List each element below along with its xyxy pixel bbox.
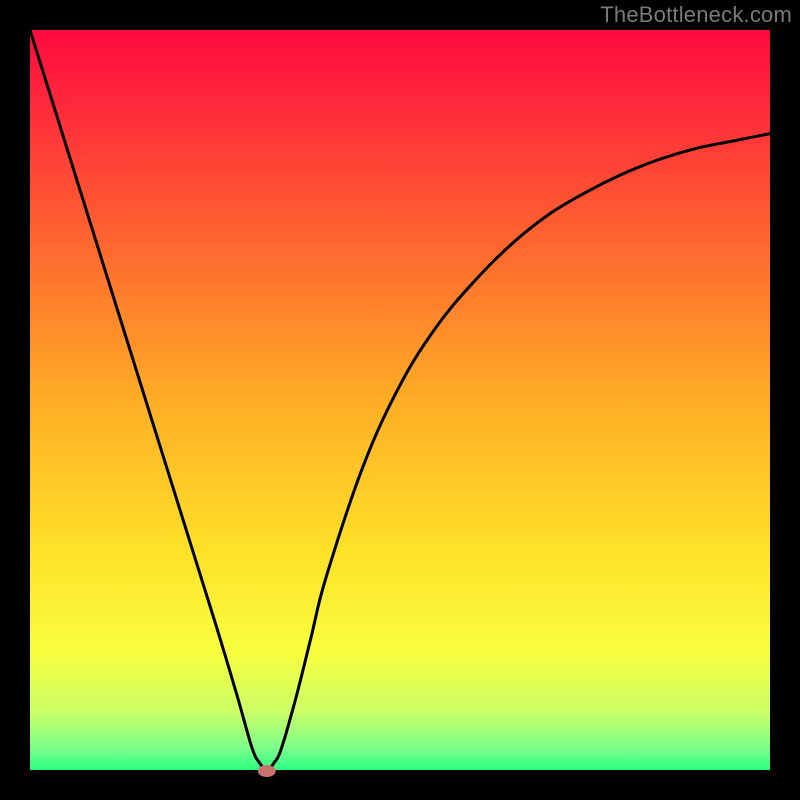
watermark-text: TheBottleneck.com — [600, 2, 792, 28]
chart-frame: TheBottleneck.com — [0, 0, 800, 800]
bottleneck-chart — [0, 0, 800, 800]
plot-background — [30, 30, 770, 770]
optimum-marker — [258, 765, 276, 777]
